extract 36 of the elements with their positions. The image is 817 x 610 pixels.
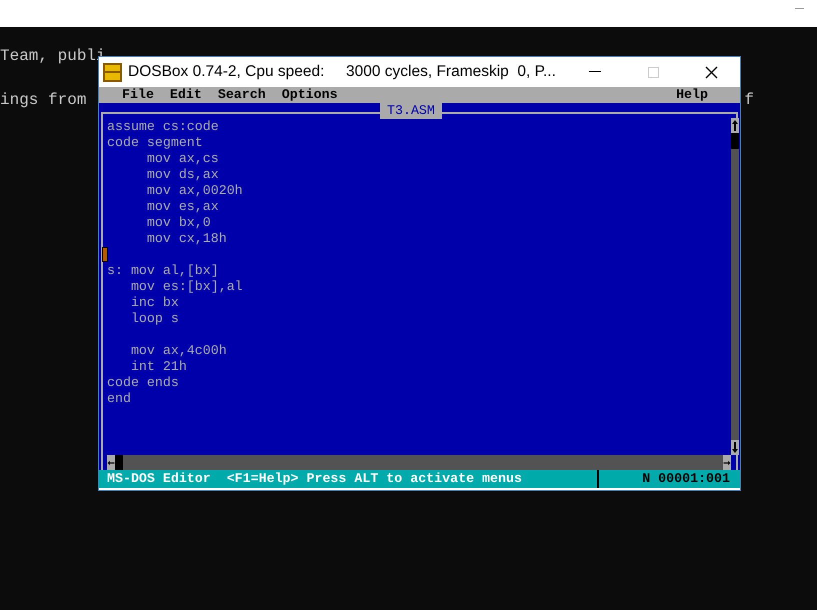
- code-line: mov ax,0020h: [146, 183, 243, 199]
- status-message: MS-DOS Editor <F1=Help> Press ALT to activate menus: [106, 470, 523, 488]
- code-line: mov ax,cs: [146, 151, 219, 167]
- help-menu[interactable]: Help: [676, 87, 708, 103]
- code-line: code ends: [107, 375, 179, 391]
- code-line: code segment: [107, 135, 203, 151]
- code-line: int 21h: [130, 359, 187, 375]
- code-line: assume cs:code: [107, 119, 219, 135]
- scrollbar-thumb[interactable]: [115, 455, 123, 470]
- document-title: T3.ASM: [380, 103, 442, 119]
- menu-item[interactable]: Edit: [170, 87, 202, 103]
- code-line: mov es:[bx],al: [130, 279, 243, 295]
- mouse-cursor: [102, 247, 108, 262]
- terminal-text: ings from: [0, 91, 86, 111]
- code-line: end: [107, 391, 131, 407]
- close-icon: [704, 66, 718, 78]
- code-line: s: mov al,[bx]: [107, 263, 219, 279]
- code-line: mov es,ax: [146, 199, 219, 215]
- menu-item[interactable]: Search: [218, 87, 266, 103]
- cursor-position: N 00001:001: [597, 470, 740, 488]
- terminal-text: f: [744, 91, 754, 111]
- minimize-icon: [589, 71, 601, 73]
- scroll-down-icon[interactable]: [731, 440, 739, 455]
- scroll-up-icon[interactable]: [731, 118, 739, 133]
- code-line: mov ds,ax: [146, 167, 219, 183]
- window-title: DOSBox 0.74-2, Cpu speed: 3000 cycles, Frameskip 0, P...: [128, 63, 557, 81]
- app-icon: [103, 62, 122, 82]
- code-line: inc bx: [130, 295, 179, 311]
- code-line: mov ax,4c00h: [130, 343, 227, 359]
- code-line: mov bx,0: [146, 215, 211, 231]
- code-line: mov cx,18h: [146, 231, 227, 247]
- scrollbar-thumb[interactable]: [731, 133, 739, 149]
- maximize-icon: [648, 66, 658, 78]
- code-line: loop s: [130, 311, 179, 327]
- menu-item[interactable]: File: [122, 87, 154, 103]
- menu-item[interactable]: Options: [282, 87, 338, 103]
